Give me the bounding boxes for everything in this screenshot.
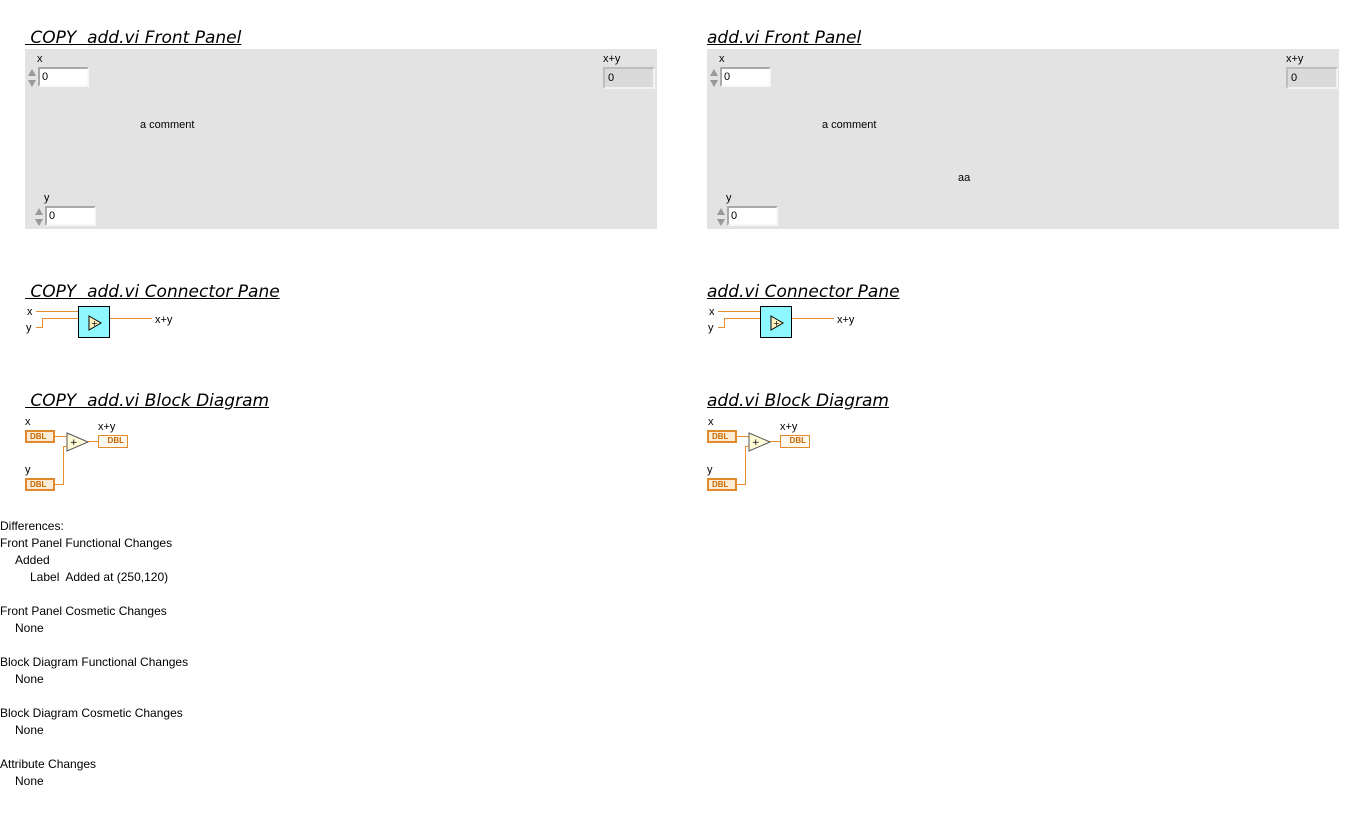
x-numeric-control[interactable]: 0 xyxy=(38,67,89,87)
bd-cosmetic-value: None xyxy=(15,723,44,737)
dbl-text: DBL xyxy=(712,480,729,489)
x-label: x xyxy=(37,53,43,65)
add-node-icon[interactable]: + xyxy=(748,432,772,452)
svg-text:+: + xyxy=(773,319,780,328)
svg-text:+: + xyxy=(91,319,98,328)
x-terminal[interactable]: DBL xyxy=(707,430,737,443)
wire xyxy=(63,446,64,485)
right-front-panel-title: add.vi Front Panel xyxy=(707,28,862,48)
wire xyxy=(63,446,67,447)
connector-sum-label: x+y xyxy=(837,314,855,326)
increment-decrement-icon[interactable] xyxy=(709,67,719,89)
dbl-text: DBL xyxy=(789,436,806,445)
connector-y-label: y xyxy=(26,322,32,334)
y-terminal[interactable]: DBL xyxy=(25,478,55,491)
bd-x-label: x xyxy=(25,416,31,428)
added-item: Label Added at (250,120) xyxy=(30,570,169,584)
wire xyxy=(724,318,725,328)
x-label: x xyxy=(719,53,725,65)
connector-x-label: x xyxy=(709,306,715,318)
wire xyxy=(792,318,834,319)
y-numeric-control[interactable]: 0 xyxy=(727,206,778,226)
y-terminal[interactable]: DBL xyxy=(707,478,737,491)
fp-functional-heading: Front Panel Functional Changes xyxy=(0,536,173,550)
wire xyxy=(88,441,98,442)
wire xyxy=(42,318,78,319)
wire xyxy=(55,484,63,485)
add-operator: + xyxy=(752,438,760,448)
bd-sum-label: x+y xyxy=(98,421,116,433)
x-numeric-control[interactable]: 0 xyxy=(720,67,771,87)
wire xyxy=(110,318,152,319)
right-connector-pane-title: add.vi Connector Pane xyxy=(707,282,900,302)
attribute-heading: Attribute Changes xyxy=(0,757,97,771)
wire xyxy=(745,446,749,447)
sum-indicator: 0 xyxy=(1286,67,1338,89)
differences-heading: Differences: xyxy=(0,519,64,533)
right-front-panel: x 0 x+y 0 a comment aa y 0 xyxy=(707,49,1339,229)
comment-label: a comment xyxy=(822,119,877,131)
dbl-text: DBL xyxy=(30,432,47,441)
connector-pane-icon[interactable]: + xyxy=(760,306,792,338)
bd-functional-value: None xyxy=(15,672,44,686)
left-front-panel: x 0 x+y 0 a comment y 0 xyxy=(25,49,657,229)
x-terminal[interactable]: DBL xyxy=(25,430,55,443)
bd-functional-heading: Block Diagram Functional Changes xyxy=(0,655,189,669)
bd-sum-label: x+y xyxy=(780,421,798,433)
connector-x-label: x xyxy=(27,306,33,318)
sum-label: x+y xyxy=(603,53,621,65)
added-heading: Added xyxy=(15,553,50,567)
bd-x-label: x xyxy=(708,416,714,428)
add-node-icon[interactable]: + xyxy=(66,432,90,452)
increment-decrement-icon[interactable] xyxy=(34,206,44,228)
sum-label: x+y xyxy=(1286,53,1304,65)
right-block-diagram-title: add.vi Block Diagram xyxy=(707,391,889,411)
wire xyxy=(718,311,760,312)
sum-terminal[interactable]: DBL xyxy=(98,435,128,448)
add-function-icon: + xyxy=(88,315,102,331)
fp-cosmetic-value: None xyxy=(15,621,44,635)
bd-cosmetic-heading: Block Diagram Cosmetic Changes xyxy=(0,706,183,720)
increment-decrement-icon[interactable] xyxy=(27,67,37,89)
left-block-diagram-title: COPY add.vi Block Diagram xyxy=(25,391,270,411)
y-numeric-control[interactable]: 0 xyxy=(45,206,96,226)
added-label: aa xyxy=(958,172,971,184)
wire xyxy=(770,441,780,442)
wire xyxy=(42,318,43,328)
wire xyxy=(724,318,760,319)
sum-terminal[interactable]: DBL xyxy=(780,435,810,448)
wire xyxy=(745,446,746,485)
fp-cosmetic-heading: Front Panel Cosmetic Changes xyxy=(0,604,167,618)
sum-indicator: 0 xyxy=(603,67,655,89)
y-label: y xyxy=(726,192,732,204)
bd-y-label: y xyxy=(707,464,713,476)
attribute-value: None xyxy=(15,774,44,788)
bd-y-label: y xyxy=(25,464,31,476)
dbl-text: DBL xyxy=(30,480,47,489)
dbl-text: DBL xyxy=(107,436,124,445)
increment-decrement-icon[interactable] xyxy=(716,206,726,228)
wire xyxy=(737,484,745,485)
left-connector-pane-title: COPY add.vi Connector Pane xyxy=(25,282,280,302)
wire xyxy=(36,311,78,312)
connector-y-label: y xyxy=(708,322,714,334)
add-operator: + xyxy=(70,438,78,448)
comment-label: a comment xyxy=(140,119,195,131)
dbl-text: DBL xyxy=(712,432,729,441)
connector-sum-label: x+y xyxy=(155,314,173,326)
y-label: y xyxy=(44,192,50,204)
connector-pane-icon[interactable]: + xyxy=(78,306,110,338)
left-front-panel-title: COPY add.vi Front Panel xyxy=(25,28,242,48)
add-function-icon: + xyxy=(770,315,784,331)
